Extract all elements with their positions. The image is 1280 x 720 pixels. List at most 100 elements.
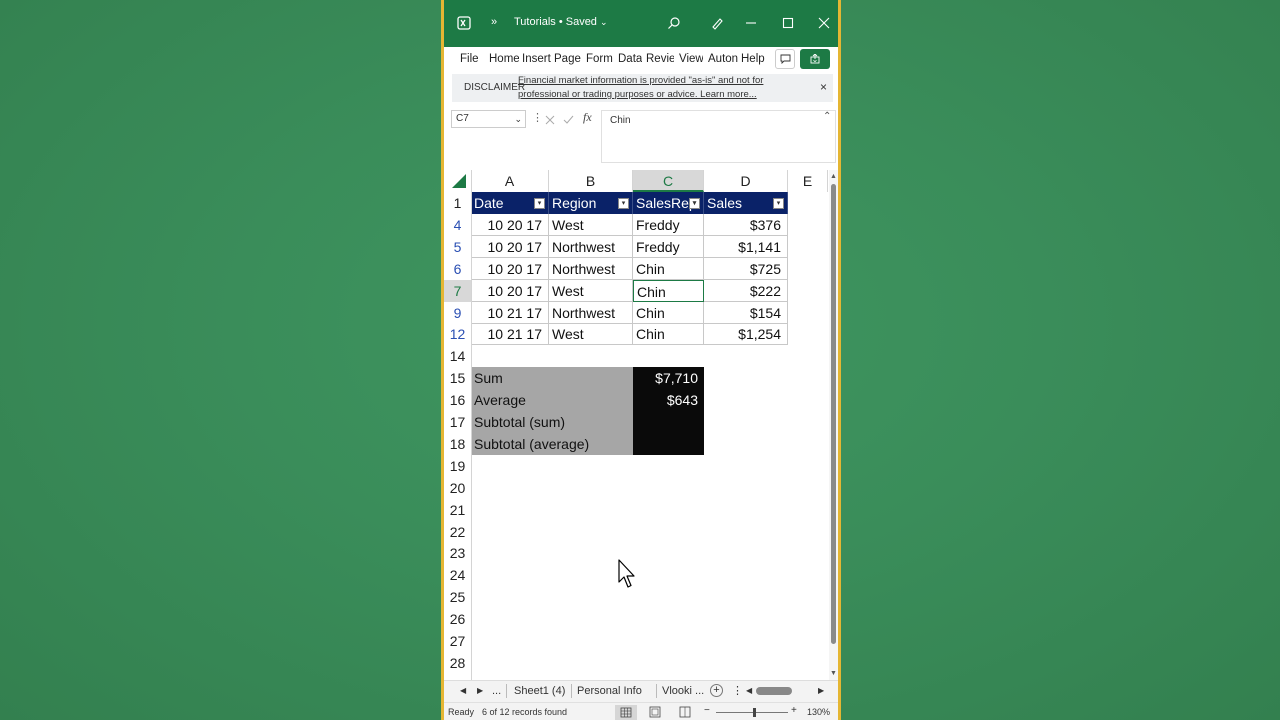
row-header[interactable]: 27 xyxy=(444,630,471,652)
row-header[interactable]: 23 xyxy=(444,542,471,564)
sheet-tab-1[interactable]: Sheet1 (4) xyxy=(514,685,565,697)
row-header[interactable]: 16 xyxy=(444,389,471,411)
comments-icon[interactable] xyxy=(775,49,795,69)
document-title[interactable]: Tutorials • Saved ⌄ xyxy=(514,16,608,28)
row-header[interactable]: 22 xyxy=(444,521,471,543)
summary-label-cell[interactable]: Sum xyxy=(471,367,633,390)
region-cell[interactable]: Northwest xyxy=(549,235,633,258)
row-header[interactable]: 14 xyxy=(444,345,471,367)
region-cell[interactable]: West xyxy=(549,323,633,346)
date-cell[interactable]: 10 20 17 xyxy=(471,213,549,236)
more-options-icon[interactable]: ⋮ xyxy=(732,684,743,697)
row-header[interactable]: 25 xyxy=(444,586,471,608)
tab-page-layout[interactable]: Page l xyxy=(554,53,582,65)
date-cell[interactable]: 10 21 17 xyxy=(471,301,549,324)
date-cell[interactable]: 10 20 17 xyxy=(471,279,549,302)
name-box[interactable]: C7 ⌄ xyxy=(451,110,526,128)
row-header[interactable]: 5 xyxy=(444,236,471,258)
normal-view-icon[interactable] xyxy=(615,705,637,720)
column-header-c[interactable]: C xyxy=(633,170,704,192)
scroll-right-icon[interactable]: ▶ xyxy=(818,686,824,695)
sales-cell[interactable]: $154 xyxy=(704,301,788,324)
header-region-cell[interactable]: Region ▾ xyxy=(549,192,633,214)
region-cell[interactable]: Northwest xyxy=(549,257,633,280)
row-header[interactable]: 1 xyxy=(444,192,471,214)
sheet-overflow[interactable]: ... xyxy=(492,685,501,697)
summary-value-cell[interactable]: $7,710 xyxy=(633,367,704,390)
page-layout-icon[interactable] xyxy=(649,706,661,720)
filter-dropdown-icon[interactable]: ▾ xyxy=(773,198,784,209)
disclaimer-text-2[interactable]: professional or trading purposes or advi… xyxy=(518,89,757,100)
tab-view[interactable]: View xyxy=(679,53,703,65)
row-header[interactable]: 20 xyxy=(444,477,471,499)
cancel-icon[interactable] xyxy=(545,112,555,130)
sales-cell[interactable]: $725 xyxy=(704,257,788,280)
row-header[interactable]: 19 xyxy=(444,455,471,477)
salesrep-cell[interactable]: Chin xyxy=(633,257,704,280)
pen-icon[interactable] xyxy=(706,12,728,34)
filter-dropdown-icon[interactable]: ▾ xyxy=(534,198,545,209)
sheet-tab-2[interactable]: Personal Info xyxy=(577,685,642,697)
summary-label-cell[interactable]: Subtotal (sum) xyxy=(471,411,633,433)
tab-formulas[interactable]: Formu xyxy=(586,53,613,65)
header-date-cell[interactable]: Date ▾ xyxy=(471,192,549,214)
salesrep-cell[interactable]: Freddy xyxy=(633,235,704,258)
tab-automate[interactable]: Auton xyxy=(708,53,738,65)
row-header[interactable]: 17 xyxy=(444,411,471,433)
sheet-tab-3[interactable]: Vlooki ... xyxy=(662,685,704,697)
row-header[interactable]: 26 xyxy=(444,608,471,630)
active-cell[interactable]: Chin xyxy=(633,279,704,302)
zoom-in-icon[interactable]: + xyxy=(791,705,797,716)
share-button[interactable]: ⌄ xyxy=(800,49,830,69)
zoom-slider[interactable] xyxy=(716,712,788,713)
close-icon[interactable] xyxy=(813,12,835,34)
summary-value-cell[interactable]: $643 xyxy=(633,389,704,412)
row-header[interactable]: 15 xyxy=(444,367,471,389)
row-header[interactable]: 4 xyxy=(444,214,471,236)
row-header[interactable]: 18 xyxy=(444,433,471,455)
summary-label-cell[interactable]: Subtotal (average) xyxy=(471,432,633,455)
header-salesrep-cell[interactable]: SalesRep ▾ xyxy=(633,192,704,214)
date-cell[interactable]: 10 21 17 xyxy=(471,323,549,346)
tab-insert[interactable]: Insert xyxy=(522,53,552,65)
sales-cell[interactable]: $1,141 xyxy=(704,235,788,258)
sales-cell[interactable]: $376 xyxy=(704,213,788,236)
row-header[interactable]: 12 xyxy=(444,323,471,345)
maximize-icon[interactable] xyxy=(777,12,799,34)
row-header[interactable]: 28 xyxy=(444,652,471,674)
minimize-icon[interactable] xyxy=(740,12,762,34)
enter-icon[interactable] xyxy=(563,112,574,130)
tab-file[interactable]: File xyxy=(460,53,479,65)
formula-input[interactable]: Chin xyxy=(601,110,836,163)
scroll-up-icon[interactable]: ▲ xyxy=(830,173,837,180)
scroll-down-icon[interactable]: ▼ xyxy=(830,670,837,677)
vertical-scrollbar[interactable]: ▲ ▼ xyxy=(829,170,838,680)
summary-label-cell[interactable]: Average xyxy=(471,389,633,412)
filter-active-icon[interactable]: ▾ xyxy=(689,198,700,209)
tab-help[interactable]: Help xyxy=(741,53,765,65)
region-cell[interactable]: West xyxy=(549,213,633,236)
tab-home[interactable]: Home xyxy=(489,53,519,65)
date-cell[interactable]: 10 20 17 xyxy=(471,235,549,258)
date-cell[interactable]: 10 20 17 xyxy=(471,257,549,280)
insert-function-icon[interactable]: fx xyxy=(583,110,592,125)
region-cell[interactable]: West xyxy=(549,279,633,302)
vertical-scroll-thumb[interactable] xyxy=(831,184,836,644)
filter-dropdown-icon[interactable]: ▾ xyxy=(618,198,629,209)
row-header[interactable]: 7 xyxy=(444,279,471,302)
salesrep-cell[interactable]: Chin xyxy=(633,301,704,324)
disclaimer-text-1[interactable]: Financial market information is provided… xyxy=(518,75,763,86)
more-commands-button[interactable]: » xyxy=(491,16,497,28)
tab-review[interactable]: Revie xyxy=(646,53,674,65)
disclaimer-close-icon[interactable]: × xyxy=(820,80,827,94)
chevron-up-icon[interactable]: ⌃ xyxy=(823,111,831,122)
column-header-a[interactable]: A xyxy=(471,170,549,192)
header-sales-cell[interactable]: Sales ▾ xyxy=(704,192,788,214)
column-header-e[interactable]: E xyxy=(788,170,828,192)
next-sheet-icon[interactable]: ▶ xyxy=(477,686,483,695)
column-header-d[interactable]: D xyxy=(704,170,788,192)
summary-value-cell[interactable] xyxy=(633,432,704,455)
more-options-icon[interactable]: ⋮ xyxy=(532,111,543,124)
row-header[interactable]: 9 xyxy=(444,302,471,324)
summary-value-cell[interactable] xyxy=(633,411,704,433)
